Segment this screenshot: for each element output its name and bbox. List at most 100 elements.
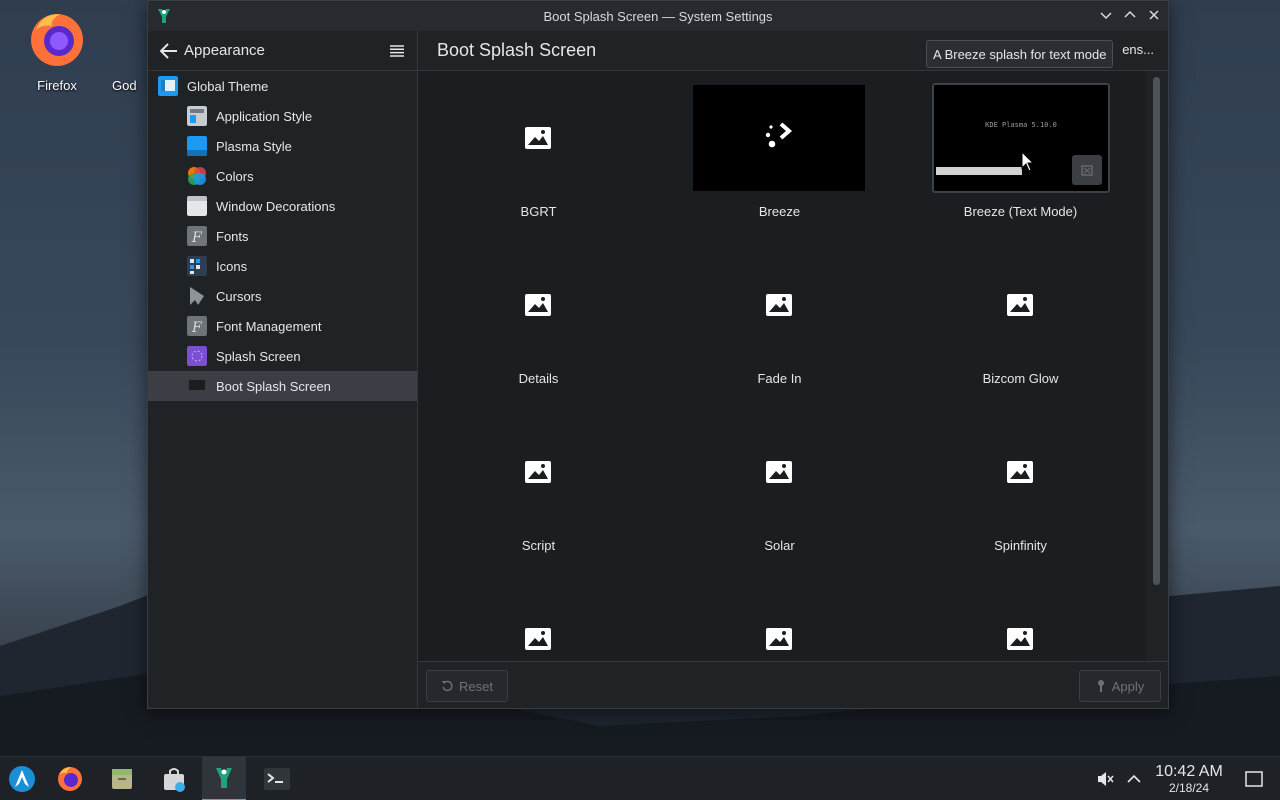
sidebar-item-label: Plasma Style <box>216 138 292 154</box>
sidebar-item-fonts[interactable]: F Fonts <box>148 221 417 251</box>
application-style-icon <box>187 106 207 126</box>
svg-text:F: F <box>191 320 203 336</box>
arrow-left-icon <box>160 42 177 59</box>
image-placeholder-icon <box>525 461 551 483</box>
sidebar-item-label: Cursors <box>216 288 262 304</box>
image-placeholder-icon <box>766 628 792 650</box>
window-title: Boot Splash Screen — System Settings <box>543 8 773 24</box>
sidebar-item-label: Splash Screen <box>216 348 301 364</box>
sidebar-item-window-decorations[interactable]: Window Decorations <box>148 191 417 221</box>
plasma-style-icon <box>187 136 207 156</box>
theme-label: Breeze <box>758 204 801 219</box>
taskbar-discover[interactable] <box>152 757 196 800</box>
scrollbar[interactable] <box>1146 71 1168 661</box>
sidebar-item-label: Font Management <box>216 318 322 334</box>
trash-icon <box>1081 165 1093 176</box>
undo-icon <box>442 680 453 692</box>
theme-preview <box>934 252 1106 358</box>
theme-preview <box>693 586 865 661</box>
uninstall-button[interactable] <box>1072 155 1102 185</box>
theme-label: Details <box>518 371 559 386</box>
sidebar-item-label: Colors <box>216 168 254 184</box>
theme-label: Breeze (Text Mode) <box>963 204 1078 219</box>
scrollbar-thumb[interactable] <box>1153 77 1160 585</box>
theme-label: Spinfinity <box>994 538 1047 553</box>
sidebar-item-global-theme[interactable]: Global Theme <box>148 71 417 101</box>
image-placeholder-icon <box>525 628 551 650</box>
boot-splash-icon <box>187 378 207 396</box>
sidebar-item-boot-splash-screen[interactable]: Boot Splash Screen <box>148 371 417 401</box>
taskbar-firefox[interactable] <box>48 757 92 800</box>
back-button[interactable] <box>158 40 180 62</box>
theme-preview <box>452 419 624 525</box>
theme-tile[interactable] <box>659 572 900 661</box>
sidebar-item-cursors[interactable]: Cursors <box>148 281 417 311</box>
sidebar-item-font-management[interactable]: F Font Management <box>148 311 417 341</box>
sidebar-item-plasma-style[interactable]: Plasma Style <box>148 131 417 161</box>
desktop-icon-god[interactable]: God <box>112 8 152 93</box>
tray-expand-icon[interactable] <box>1124 769 1144 789</box>
system-settings-icon <box>216 768 232 788</box>
theme-preview <box>452 252 624 358</box>
firefox-icon <box>27 8 87 70</box>
sidebar-item-label: Window Decorations <box>216 198 336 214</box>
minimize-button[interactable] <box>1096 5 1116 25</box>
clock[interactable]: 10:42 AM 2/18/24 <box>1150 763 1228 795</box>
sidebar-item-splash-screen[interactable]: Splash Screen <box>148 341 417 371</box>
breeze-spinner-icon <box>765 122 793 148</box>
sidebar-nav: Global Theme Application Style Plasma Styl… <box>148 71 417 401</box>
sidebar-item-label: Fonts <box>216 228 249 244</box>
sidebar-item-icons[interactable]: Icons <box>148 251 417 281</box>
apply-button[interactable]: Apply <box>1079 670 1161 702</box>
theme-tile[interactable]: Fade In <box>659 238 900 405</box>
hamburger-icon <box>390 44 404 57</box>
sidebar-header: Appearance <box>148 31 417 71</box>
image-placeholder-icon <box>1007 294 1033 316</box>
close-button[interactable] <box>1144 5 1164 25</box>
volume-muted-icon[interactable] <box>1095 769 1115 789</box>
theme-tile[interactable] <box>418 572 659 661</box>
svg-text:F: F <box>191 230 203 246</box>
theme-tile[interactable]: Breeze <box>659 71 900 238</box>
theme-tile[interactable]: BGRT <box>418 71 659 238</box>
theme-tile[interactable]: Details <box>418 238 659 405</box>
colors-icon <box>188 167 206 185</box>
title-bar[interactable]: Boot Splash Screen — System Settings <box>148 1 1168 31</box>
clock-date: 2/18/24 <box>1168 781 1210 795</box>
page-title: Boot Splash Screen <box>437 40 597 60</box>
theme-label: Script <box>521 538 556 553</box>
taskbar-system-settings[interactable] <box>202 757 246 800</box>
hamburger-menu-button[interactable] <box>387 41 407 61</box>
theme-tile[interactable] <box>900 572 1141 661</box>
taskbar-archive[interactable] <box>100 757 144 800</box>
theme-tile[interactable]: Bizcom Glow <box>900 238 1141 405</box>
sidebar-item-application-style[interactable]: Application Style <box>148 101 417 131</box>
terminal-icon <box>264 768 290 790</box>
global-theme-icon <box>158 76 178 96</box>
theme-label: BGRT <box>520 204 557 219</box>
archive-icon <box>112 769 132 789</box>
desktop-icon-label: God <box>112 78 137 93</box>
desktop-icon-firefox[interactable]: Firefox <box>17 8 97 93</box>
theme-label: Solar <box>764 538 795 553</box>
text-mode-version: KDE Plasma 5.10.0 <box>985 121 1057 129</box>
system-settings-window: Boot Splash Screen — System Settings App… <box>147 0 1169 709</box>
image-placeholder-icon <box>1007 461 1033 483</box>
theme-tile[interactable]: Solar <box>659 405 900 572</box>
font-management-icon: F <box>187 316 207 336</box>
theme-preview <box>934 419 1106 525</box>
theme-label: Fade In <box>757 371 802 386</box>
theme-tile[interactable]: Script <box>418 405 659 572</box>
sidebar-item-colors[interactable]: Colors <box>148 161 417 191</box>
reset-button[interactable]: Reset <box>426 670 508 702</box>
theme-tile[interactable]: Spinfinity <box>900 405 1141 572</box>
get-new-button[interactable]: ens... <box>1122 42 1154 57</box>
reset-label: Reset <box>459 678 493 694</box>
theme-preview <box>693 419 865 525</box>
maximize-button[interactable] <box>1120 5 1140 25</box>
show-desktop-icon[interactable] <box>1244 769 1264 789</box>
chevron-down-icon <box>1100 12 1112 20</box>
taskbar-terminal[interactable] <box>255 757 299 800</box>
application-launcher[interactable] <box>0 757 44 800</box>
theme-preview <box>934 586 1106 661</box>
